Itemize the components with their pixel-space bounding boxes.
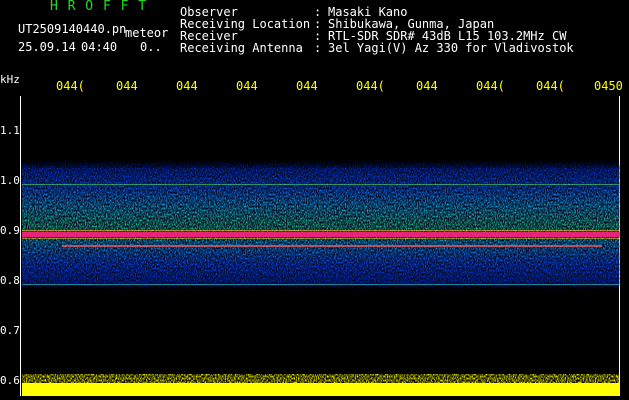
time-tick: 044( xyxy=(476,79,505,93)
antenna-label: Receiving Antenna xyxy=(180,41,303,55)
carrier-line xyxy=(22,232,620,237)
time-tick: 044 xyxy=(116,79,138,93)
time-label: 04:40 xyxy=(81,40,118,54)
mode-label: meteor xyxy=(125,26,169,40)
antenna-value: 3el Yagi(V) Az 330 for Vladivostok xyxy=(328,41,574,55)
time-axis: 044( 044 044 044 044 044( 044 044( 044( … xyxy=(0,78,629,96)
carrier-line-edge xyxy=(22,238,620,239)
counter-label: 0.. xyxy=(140,40,162,54)
filename-label: UT2509140440.pn xyxy=(18,22,127,36)
time-tick: 044 xyxy=(236,79,258,93)
freq-tick: 0.7 xyxy=(0,324,20,337)
colon: : xyxy=(314,41,322,55)
date-label: 25.09.14 xyxy=(18,40,76,54)
noise-band-overlay xyxy=(22,168,620,283)
secondary-line xyxy=(62,245,602,247)
time-tick: 044( xyxy=(56,79,85,93)
freq-tick: 0.9 xyxy=(0,224,20,237)
frequency-axis: kHz 1.1 1.0 0.9 0.8 0.7 0.6 xyxy=(0,72,22,400)
time-tick: 044( xyxy=(536,79,565,93)
time-tick: 044( xyxy=(356,79,385,93)
spectrogram xyxy=(22,160,620,396)
time-tick: 0450 xyxy=(594,79,623,93)
freq-tick: 1.1 xyxy=(0,124,20,137)
time-tick: 044 xyxy=(296,79,318,93)
lower-line xyxy=(22,284,620,285)
upper-line xyxy=(22,184,620,185)
freq-tick: 0.8 xyxy=(0,274,20,287)
time-tick: 044 xyxy=(176,79,198,93)
level-strip-base xyxy=(22,383,620,396)
freq-tick: 0.6 xyxy=(0,374,20,387)
time-tick: 044 xyxy=(416,79,438,93)
carrier-line-edge xyxy=(22,230,620,231)
header-panel: H R O F F T UT2509140440.pn meteor 25.09… xyxy=(0,0,629,75)
app-title: H R O F F T xyxy=(50,0,148,14)
freq-tick: 1.0 xyxy=(0,174,20,187)
